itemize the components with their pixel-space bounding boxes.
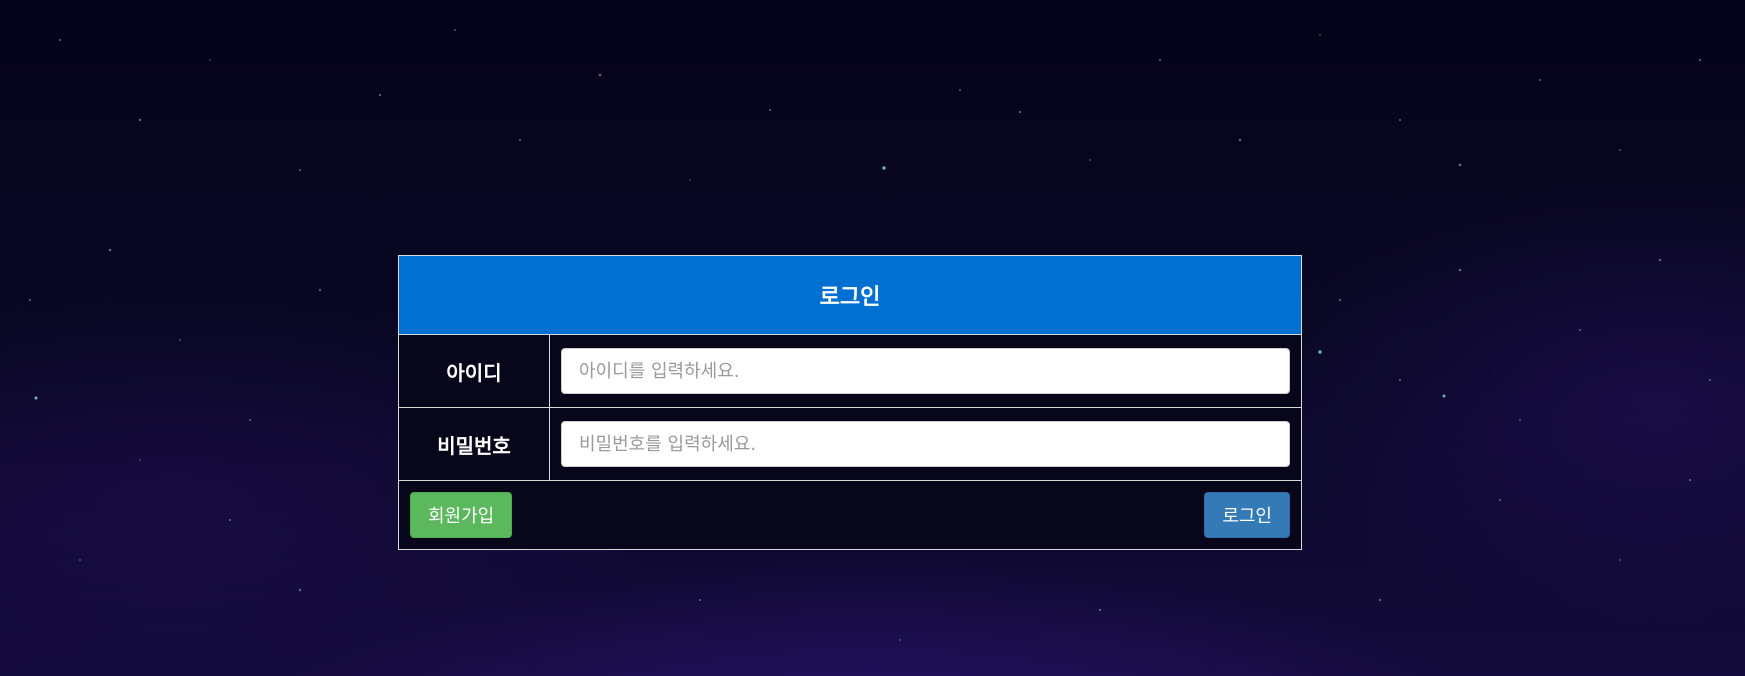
id-label: 아이디 [399,335,550,407]
id-input-cell [550,335,1301,407]
password-input-cell [550,408,1301,480]
login-panel: 로그인 아이디 비밀번호 회원가입 로그인 [398,255,1302,550]
login-header: 로그인 [399,256,1301,335]
signup-button[interactable]: 회원가입 [410,492,513,538]
id-input[interactable] [561,348,1290,394]
password-label: 비밀번호 [399,408,550,480]
login-title: 로그인 [819,285,881,310]
login-button[interactable]: 로그인 [1204,492,1290,538]
password-row: 비밀번호 [399,408,1301,481]
button-row: 회원가입 로그인 [399,481,1301,549]
id-row: 아이디 [399,335,1301,408]
password-input[interactable] [561,421,1290,467]
